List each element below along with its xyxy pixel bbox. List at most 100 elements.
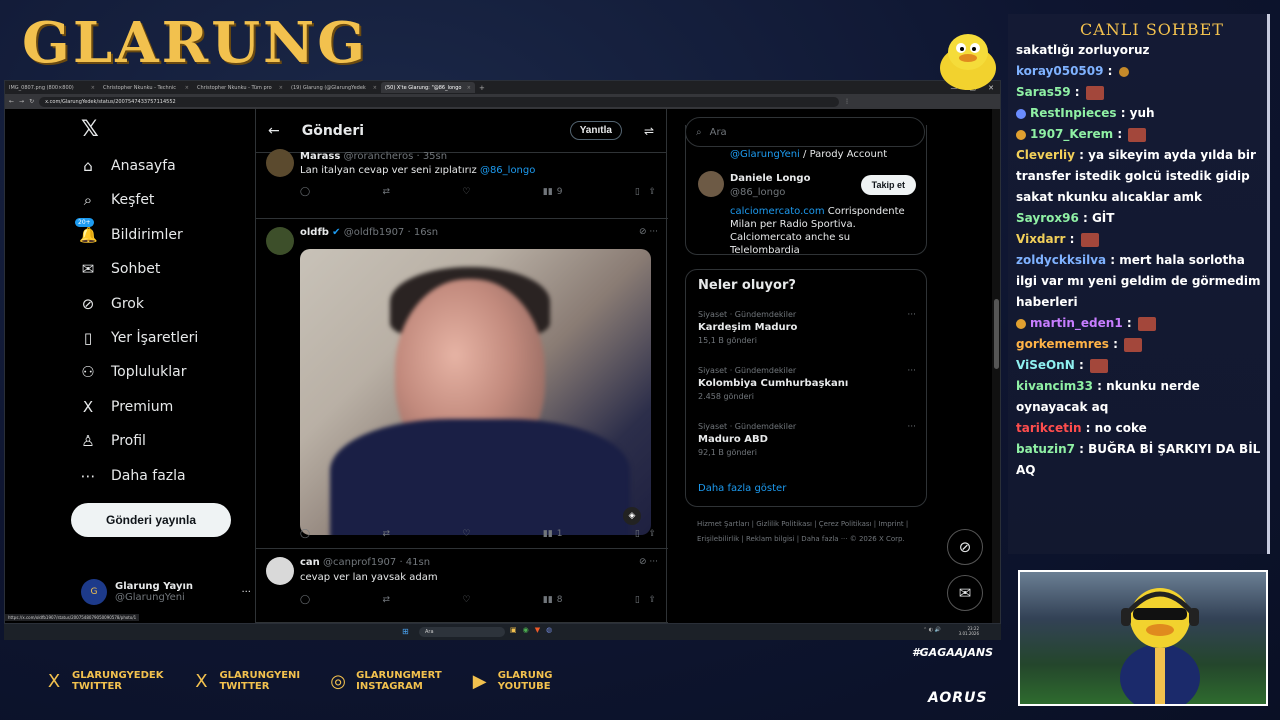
post-button[interactable]: Gönderi yayınla bbox=[71, 503, 231, 537]
chat-username: gorkememres bbox=[1016, 337, 1109, 351]
more-icon[interactable]: ⊘ ··· bbox=[639, 557, 658, 567]
user-name[interactable]: Daniele Longo bbox=[730, 173, 810, 184]
scrollbar[interactable] bbox=[992, 109, 1000, 623]
url-field[interactable]: x.com/GlarungYedek/status/20075474337571… bbox=[39, 96, 840, 107]
trend-item[interactable]: Siyaset · Gündemdekiler Kardeşim Maduro 15… bbox=[698, 310, 916, 345]
bookmark-icon[interactable]: ▯ ⇪ bbox=[635, 187, 656, 197]
trend-item[interactable]: Siyaset · Gündemdekiler Kolombiya Cumhurb… bbox=[698, 366, 916, 401]
account-name: Glarung Yayın bbox=[115, 581, 194, 592]
nav-item-daha-fazla[interactable]: ⋯ Daha fazla bbox=[79, 467, 186, 485]
browser-tab[interactable]: (19) Glarung (@GlarungYedek × bbox=[287, 82, 381, 93]
mention-link[interactable]: @86_longo bbox=[480, 165, 535, 176]
nav-item-grok[interactable]: ⊘ Grok bbox=[79, 295, 144, 313]
chat-title: CANLI SOHBET bbox=[1080, 20, 1224, 39]
follow-button[interactable]: Takip et bbox=[860, 175, 916, 195]
reply-icon[interactable]: ◯ bbox=[300, 595, 310, 605]
chrome-icon[interactable]: ◉ bbox=[523, 626, 529, 634]
nav-item-profil[interactable]: ♙ Profil bbox=[79, 432, 146, 450]
nav-item-label: Bildirimler bbox=[111, 226, 183, 243]
taskbar-search[interactable]: Ara bbox=[419, 627, 505, 637]
like-icon[interactable]: ♡ bbox=[462, 187, 470, 197]
retweet-icon[interactable]: ⇄ bbox=[382, 187, 390, 197]
nav-item-label: Keşfet bbox=[111, 192, 155, 209]
brave-icon[interactable]: ▼ bbox=[535, 626, 540, 634]
avatar bbox=[698, 171, 724, 197]
chat-message: 1907_Kerem : bbox=[1016, 124, 1268, 145]
show-more-link[interactable]: Daha fazla göster bbox=[698, 483, 786, 494]
close-tab-icon[interactable]: × bbox=[373, 85, 377, 91]
reply-button[interactable]: Yanıtla bbox=[569, 121, 622, 140]
reply-icon[interactable]: ◯ bbox=[300, 187, 310, 197]
more-icon[interactable]: ··· bbox=[907, 366, 916, 376]
views-icon[interactable]: ▮▮ 8 bbox=[543, 595, 563, 605]
more-icon[interactable]: ··· bbox=[907, 310, 916, 320]
close-tab-icon[interactable]: × bbox=[279, 85, 283, 91]
social-link: ▶ GLARUNG YOUTUBE bbox=[470, 670, 553, 692]
new-tab-icon[interactable]: + bbox=[475, 84, 489, 92]
messages-fab-icon[interactable]: ✉ bbox=[947, 575, 983, 611]
chat-message: koray050509 : bbox=[1016, 61, 1268, 82]
nav-item-bildirimler[interactable]: 🔔 20+ Bildirimler bbox=[75, 217, 183, 244]
browser-tab[interactable]: Christopher Nkunku - Technic × bbox=[99, 82, 193, 93]
chat-text: : no coke bbox=[1081, 421, 1147, 435]
browser-tab[interactable]: Christopher Nkunku - Tüm pro × bbox=[193, 82, 287, 93]
nav-item-sohbet[interactable]: ✉ Sohbet bbox=[79, 260, 161, 278]
more-icon[interactable]: ··· bbox=[241, 587, 251, 598]
more-icon[interactable]: ··· bbox=[907, 422, 916, 432]
system-tray[interactable]: ⌃ ◐ 🔊 bbox=[923, 627, 941, 633]
trends-box: Neler oluyor? Siyaset · Gündemdekiler Kar… bbox=[685, 269, 927, 507]
reply-icon[interactable]: ◯ bbox=[300, 529, 310, 539]
user-handle: @86_longo bbox=[730, 187, 786, 198]
close-tab-icon[interactable]: × bbox=[467, 85, 471, 91]
discord-icon[interactable]: ◍ bbox=[546, 626, 552, 634]
retweet-icon[interactable]: ⇄ bbox=[382, 595, 390, 605]
chat-text: : bbox=[1065, 232, 1079, 246]
nav-item-label: Grok bbox=[111, 295, 144, 312]
trend-name: Kardeşim Maduro bbox=[698, 322, 798, 333]
profile-icon: ♙ bbox=[81, 432, 95, 451]
like-icon[interactable]: ♡ bbox=[462, 529, 470, 539]
views-icon[interactable]: ▮▮ 9 bbox=[543, 187, 563, 197]
trend-item[interactable]: Siyaset · Gündemdekiler Maduro ABD 92,1 B … bbox=[698, 422, 916, 457]
tweet-item[interactable]: Marass @rorancheros · 35sn Lan italyan c… bbox=[256, 149, 668, 219]
account-switcher[interactable]: G Glarung Yayın @GlarungYeni ··· bbox=[81, 579, 251, 605]
extensions-icon[interactable]: ⋮ bbox=[844, 98, 850, 105]
file-explorer-icon[interactable]: ▣ bbox=[510, 626, 517, 634]
grok-analyze-icon[interactable]: ◈ bbox=[623, 507, 641, 525]
address-bar: ← → ↻ x.com/GlarungYedek/status/20075474… bbox=[5, 94, 1000, 109]
page-title: Gönderi bbox=[301, 122, 365, 139]
windows-start-icon[interactable]: ⊞ bbox=[402, 627, 409, 636]
bookmark-icon[interactable]: ▯ ⇪ bbox=[635, 595, 656, 605]
tweet-item[interactable]: oldfb ✔ @oldfb1907 · 16sn ⊘ ··· ◈ ◯ ⇄ ♡ … bbox=[256, 219, 668, 549]
nav-item-yer-i̇şaretleri[interactable]: ▯ Yer İşaretleri bbox=[79, 329, 198, 347]
more-icon[interactable]: ⊘ ··· bbox=[639, 227, 658, 237]
browser-tab[interactable]: IMG_0807.png (800×800) × bbox=[5, 82, 99, 93]
grok-fab-icon[interactable]: ⊘ bbox=[947, 529, 983, 565]
back-icon[interactable]: ← bbox=[9, 98, 14, 105]
nav-item-keşfet[interactable]: ⌕ Keşfet bbox=[79, 191, 155, 210]
chat-emote-icon bbox=[1080, 232, 1099, 247]
retweet-icon[interactable]: ⇄ bbox=[382, 529, 390, 539]
back-arrow-icon[interactable]: ← bbox=[268, 123, 280, 139]
nav-item-premium[interactable]: X Premium bbox=[79, 398, 173, 416]
scrollbar-thumb[interactable] bbox=[994, 299, 999, 369]
nav-item-anasayfa[interactable]: ⌂ Anasayfa bbox=[79, 157, 175, 175]
close-tab-icon[interactable]: × bbox=[91, 85, 95, 91]
nav-item-label: Profil bbox=[111, 433, 146, 450]
nav-item-topluluklar[interactable]: ⚇ Topluluklar bbox=[79, 363, 186, 381]
forward-icon[interactable]: → bbox=[19, 98, 24, 105]
tweet-item[interactable]: can @canprof1907 · 41sn ⊘ ··· cevap ver … bbox=[256, 549, 668, 623]
views-icon[interactable]: ▮▮ 1 bbox=[543, 529, 563, 539]
bookmark-icon[interactable]: ▯ ⇪ bbox=[635, 529, 656, 539]
search-icon: ⌕ bbox=[83, 191, 93, 210]
nav-item-label: Topluluklar bbox=[111, 364, 187, 381]
reload-icon[interactable]: ↻ bbox=[29, 98, 34, 105]
footer-links[interactable]: Hizmet Şartları | Gizlilik Politikası | … bbox=[697, 517, 922, 547]
chat-emote-icon bbox=[1137, 316, 1156, 331]
like-icon[interactable]: ♡ bbox=[462, 595, 470, 605]
browser-tab[interactable]: (50) X'te Glarung: "@86_longo × bbox=[381, 82, 475, 93]
settings-sliders-icon[interactable]: ⇌ bbox=[644, 124, 654, 138]
tweet-video[interactable]: ◈ bbox=[300, 249, 651, 535]
x-logo-icon[interactable]: 𝕏 bbox=[81, 117, 99, 142]
close-tab-icon[interactable]: × bbox=[185, 85, 189, 91]
